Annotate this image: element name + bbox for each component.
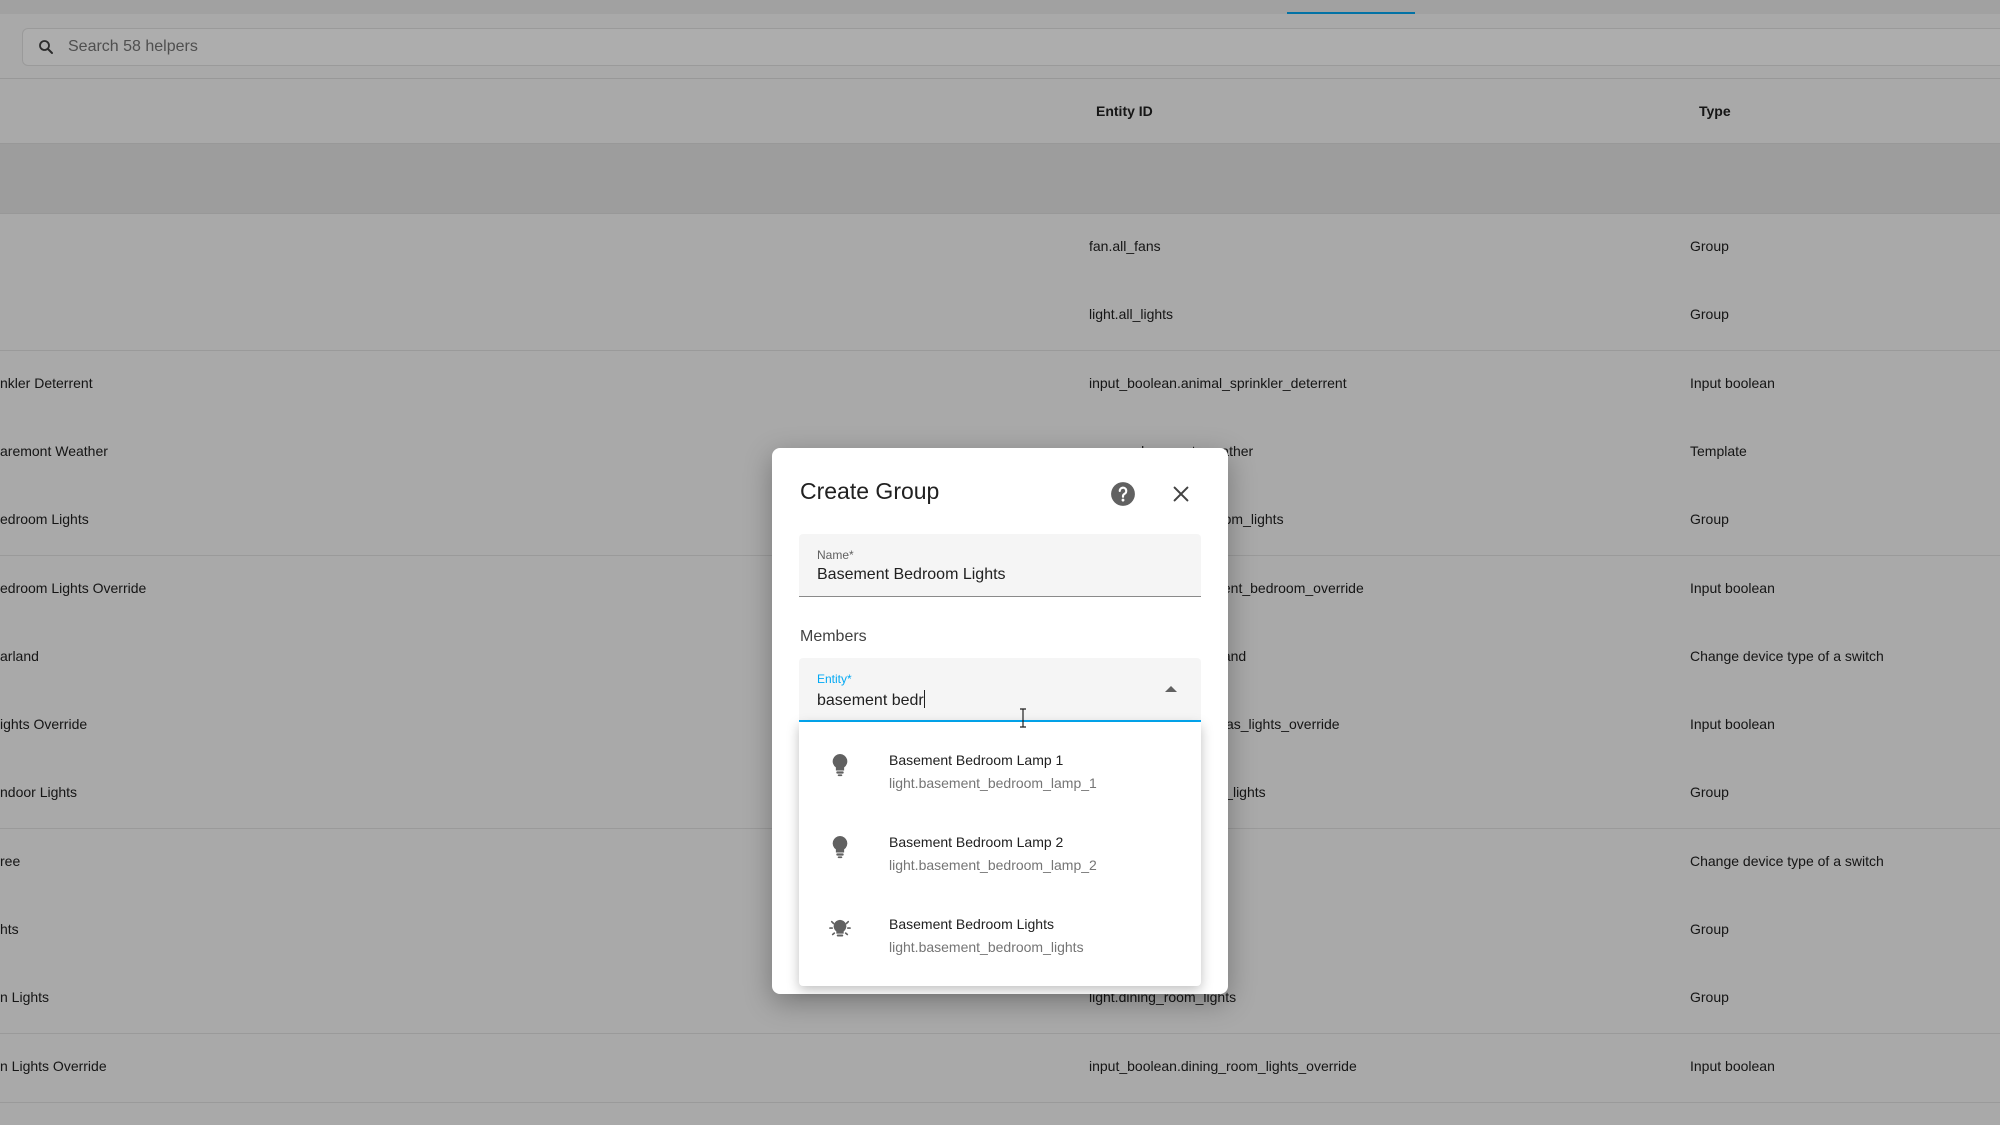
entity-field-value: basement bedr bbox=[817, 690, 925, 709]
lightbulb-icon bbox=[832, 836, 848, 859]
suggestion-name: Basement Bedroom Lamp 1 bbox=[889, 752, 1064, 768]
dropdown-arrow-up-icon[interactable] bbox=[1165, 686, 1177, 692]
dialog-title: Create Group bbox=[800, 478, 940, 504]
create-group-dialog: Create Group Name* Basement Bedroom Ligh… bbox=[772, 448, 1228, 994]
suggestion-entity-id: light.basement_bedroom_lamp_1 bbox=[889, 775, 1097, 791]
lightbulb-group-icon bbox=[829, 919, 851, 937]
suggestion-name: Basement Bedroom Lamp 2 bbox=[889, 834, 1064, 850]
suggestion-entity-id: light.basement_bedroom_lamp_2 bbox=[889, 857, 1097, 873]
text-cursor-icon bbox=[1020, 708, 1026, 728]
name-field-value: Basement Bedroom Lights bbox=[817, 566, 1006, 583]
lightbulb-icon bbox=[832, 754, 848, 777]
suggestion-item[interactable]: Basement Bedroom Lamp 2 light.basement_b… bbox=[799, 804, 1201, 886]
entity-field-label: Entity* bbox=[817, 672, 852, 686]
name-field[interactable]: Name* Basement Bedroom Lights bbox=[799, 534, 1201, 597]
name-field-label: Name* bbox=[817, 548, 854, 562]
entity-picker-field[interactable]: Entity* basement bedr bbox=[799, 658, 1201, 722]
help-icon[interactable] bbox=[1110, 481, 1136, 507]
suggestion-item[interactable]: Basement Bedroom Lights light.basement_b… bbox=[799, 886, 1201, 968]
members-label: Members bbox=[800, 628, 867, 645]
entity-suggestions-list: Basement Bedroom Lamp 1 light.basement_b… bbox=[799, 722, 1201, 986]
close-icon[interactable] bbox=[1170, 483, 1192, 505]
suggestion-name: Basement Bedroom Lights bbox=[889, 916, 1054, 932]
suggestion-entity-id: light.basement_bedroom_lights bbox=[889, 939, 1084, 955]
suggestion-item[interactable]: Basement Bedroom Lamp 1 light.basement_b… bbox=[799, 722, 1201, 804]
